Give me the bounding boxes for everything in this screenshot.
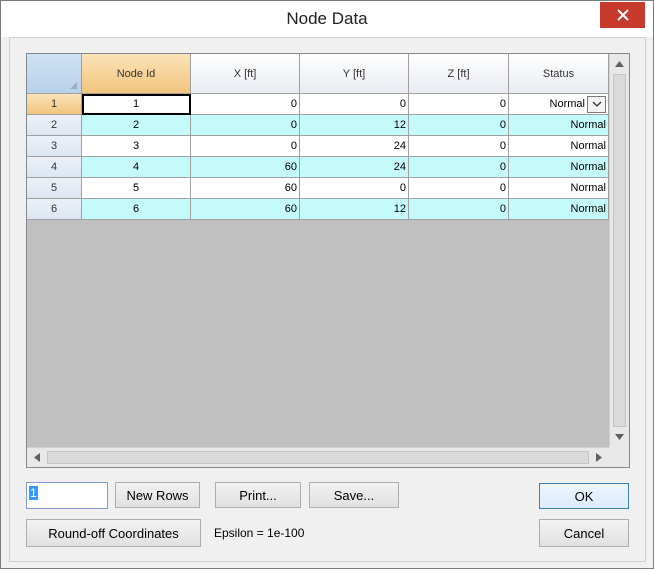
node-data-dialog: Node Data Node Id X [ft] Y [ft] Z [ft] S… xyxy=(0,0,654,569)
row-header[interactable]: 4 xyxy=(27,157,82,178)
row-header[interactable]: 5 xyxy=(27,178,82,199)
table-row[interactable]: 5 5 60 0 0 Normal xyxy=(27,178,609,199)
save-button[interactable]: Save... xyxy=(309,482,399,508)
print-button[interactable]: Print... xyxy=(215,482,301,508)
row-count-value: 1 xyxy=(29,486,38,500)
corner-triangle-icon xyxy=(70,82,77,89)
row-header[interactable]: 6 xyxy=(27,199,82,220)
cell-x[interactable]: 60 xyxy=(191,157,300,178)
table-row[interactable]: 1 1 0 0 0 Normal xyxy=(27,94,609,115)
cell-status[interactable]: Normal xyxy=(509,115,609,136)
arrow-up-icon xyxy=(615,61,624,67)
horizontal-scroll-thumb[interactable] xyxy=(47,451,589,464)
scroll-right-button[interactable] xyxy=(589,448,609,467)
cell-node-id[interactable]: 4 xyxy=(82,157,191,178)
column-header-status[interactable]: Status xyxy=(509,54,609,94)
cell-node-id[interactable]: 6 xyxy=(82,199,191,220)
cell-status[interactable]: Normal xyxy=(509,94,609,115)
cell-node-id[interactable]: 3 xyxy=(82,136,191,157)
table-row[interactable]: 6 6 60 12 0 Normal xyxy=(27,199,609,220)
select-all-corner[interactable] xyxy=(27,54,82,94)
cell-status[interactable]: Normal xyxy=(509,199,609,220)
table-row[interactable]: 3 3 0 24 0 Normal xyxy=(27,136,609,157)
row-header[interactable]: 1 xyxy=(27,94,82,115)
epsilon-label: Epsilon = 1e-100 xyxy=(214,526,305,540)
column-header-z[interactable]: Z [ft] xyxy=(409,54,509,94)
scrollbar-corner xyxy=(609,447,629,467)
cancel-button[interactable]: Cancel xyxy=(539,519,629,547)
scroll-up-button[interactable] xyxy=(610,54,629,74)
grid-body: 1 1 0 0 0 Normal 2 2 0 12 0 Normal 3 3 0… xyxy=(27,94,609,220)
arrow-left-icon xyxy=(34,453,40,462)
close-button[interactable] xyxy=(600,2,645,28)
cell-x[interactable]: 0 xyxy=(191,94,300,115)
row-header[interactable]: 2 xyxy=(27,115,82,136)
close-icon xyxy=(616,9,629,21)
cell-z[interactable]: 0 xyxy=(409,136,509,157)
scroll-left-button[interactable] xyxy=(27,448,47,467)
new-rows-button[interactable]: New Rows xyxy=(115,482,200,508)
table-row[interactable]: 2 2 0 12 0 Normal xyxy=(27,115,609,136)
vertical-scroll-thumb[interactable] xyxy=(613,74,626,427)
status-dropdown-button[interactable] xyxy=(587,95,606,113)
column-header-node-id[interactable]: Node Id xyxy=(82,54,191,94)
cell-y[interactable]: 24 xyxy=(300,136,409,157)
cell-z[interactable]: 0 xyxy=(409,178,509,199)
cell-z[interactable]: 0 xyxy=(409,115,509,136)
cell-status[interactable]: Normal xyxy=(509,157,609,178)
scroll-down-button[interactable] xyxy=(610,427,629,447)
cell-y[interactable]: 12 xyxy=(300,199,409,220)
cell-x[interactable]: 0 xyxy=(191,136,300,157)
ok-button[interactable]: OK xyxy=(539,483,629,509)
row-count-input[interactable]: 1 xyxy=(26,482,108,509)
status-value: Normal xyxy=(549,98,585,110)
cell-y[interactable]: 0 xyxy=(300,178,409,199)
cell-y[interactable]: 12 xyxy=(300,115,409,136)
cell-x[interactable]: 60 xyxy=(191,178,300,199)
column-header-x[interactable]: X [ft] xyxy=(191,54,300,94)
cell-status[interactable]: Normal xyxy=(509,178,609,199)
cell-node-id[interactable]: 5 xyxy=(82,178,191,199)
cell-x[interactable]: 60 xyxy=(191,199,300,220)
vertical-scrollbar[interactable] xyxy=(609,54,629,447)
grid-header: Node Id X [ft] Y [ft] Z [ft] Status xyxy=(27,54,609,94)
chevron-down-icon xyxy=(592,101,601,107)
arrow-down-icon xyxy=(615,434,624,440)
cell-z[interactable]: 0 xyxy=(409,199,509,220)
cell-x[interactable]: 0 xyxy=(191,115,300,136)
cell-node-id[interactable]: 2 xyxy=(82,115,191,136)
arrow-right-icon xyxy=(596,453,602,462)
cell-status[interactable]: Normal xyxy=(509,136,609,157)
node-data-grid[interactable]: Node Id X [ft] Y [ft] Z [ft] Status 1 1 … xyxy=(26,53,630,468)
round-off-coordinates-button[interactable]: Round-off Coordinates xyxy=(26,519,201,547)
cell-z[interactable]: 0 xyxy=(409,157,509,178)
window-title: Node Data xyxy=(286,9,368,28)
row-header[interactable]: 3 xyxy=(27,136,82,157)
cell-y[interactable]: 0 xyxy=(300,94,409,115)
table-row[interactable]: 4 4 60 24 0 Normal xyxy=(27,157,609,178)
title-bar: Node Data xyxy=(1,1,653,37)
horizontal-scrollbar[interactable] xyxy=(27,447,609,467)
cell-z[interactable]: 0 xyxy=(409,94,509,115)
column-header-y[interactable]: Y [ft] xyxy=(300,54,409,94)
cell-y[interactable]: 24 xyxy=(300,157,409,178)
cell-node-id[interactable]: 1 xyxy=(82,94,191,115)
